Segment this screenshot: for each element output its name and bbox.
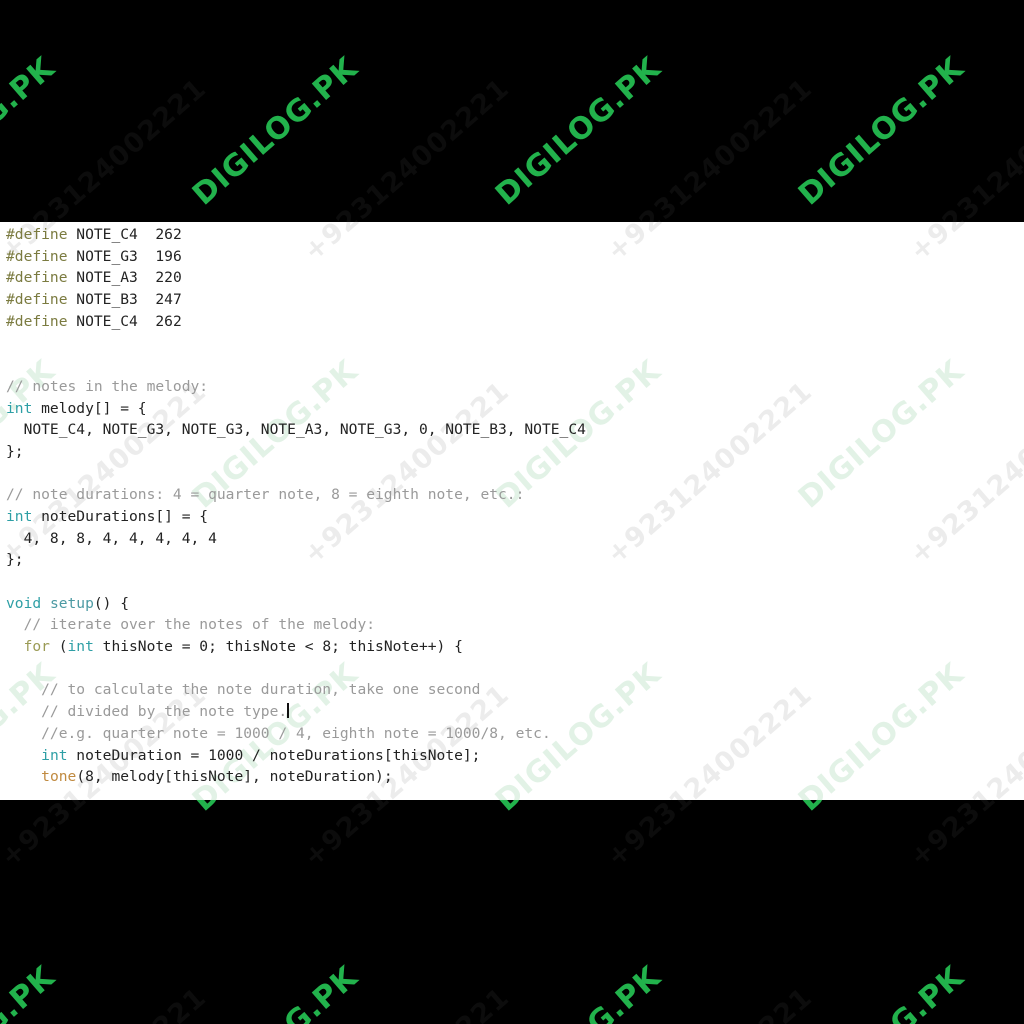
watermark-phone-text: +923124002221 bbox=[298, 982, 515, 1024]
watermark-brand-text: DIGILOG.PK bbox=[186, 50, 365, 213]
code-line[interactable]: int noteDuration = 1000 / noteDurations[… bbox=[0, 745, 1024, 767]
code-token: (8, melody[thisNote], noteDuration); bbox=[76, 768, 393, 786]
code-line[interactable]: }; bbox=[0, 441, 1024, 463]
code-line[interactable]: NOTE_C4, NOTE_G3, NOTE_G3, NOTE_A3, NOTE… bbox=[0, 419, 1024, 441]
code-token: () { bbox=[93, 594, 130, 612]
code-token: for bbox=[23, 638, 50, 656]
code-line[interactable]: #define NOTE_C4 262 bbox=[0, 224, 1024, 246]
code-line[interactable] bbox=[0, 658, 1024, 680]
watermark-phone-text: +923124002221 bbox=[601, 982, 818, 1024]
code-line[interactable]: }; bbox=[0, 549, 1024, 571]
watermark-brand-text: DIGILOG.PK bbox=[792, 50, 971, 213]
code-line[interactable]: int noteDurations[] = { bbox=[0, 506, 1024, 528]
code-token: #define bbox=[6, 247, 68, 265]
watermark-phone-text: +923124002221 bbox=[298, 982, 515, 1024]
watermark-brand-text: DIGILOG.PK bbox=[792, 959, 971, 1024]
code-token: int bbox=[41, 746, 68, 764]
code-line[interactable]: #define NOTE_B3 247 bbox=[0, 289, 1024, 311]
code-line[interactable]: // divided by the note type. bbox=[0, 701, 1024, 723]
code-line[interactable]: // note durations: 4 = quarter note, 8 =… bbox=[0, 484, 1024, 506]
code-line[interactable]: // iterate over the notes of the melody: bbox=[0, 614, 1024, 636]
code-token: //e.g. quarter note = 1000 / 4, eighth n… bbox=[6, 724, 551, 742]
watermark-brand-text: DIGILOG.PK bbox=[489, 959, 668, 1024]
code-token: noteDuration = 1000 / noteDurations[this… bbox=[67, 746, 481, 764]
code-token: NOTE_C4 262 bbox=[67, 226, 182, 243]
code-token: #define bbox=[6, 291, 68, 309]
code-line[interactable]: // notes in the melody: bbox=[0, 376, 1024, 398]
code-token: #define bbox=[6, 312, 68, 330]
code-editor-panel[interactable]: DIGILOG.PK +923124002221 DIGILOG.PK +923124… bbox=[0, 222, 1024, 800]
code-token: // note durations: 4 = quarter note, 8 =… bbox=[6, 486, 525, 504]
watermark-phone-text: +923124002221 bbox=[601, 982, 818, 1024]
code-token: // to calculate the note duration, take … bbox=[6, 681, 481, 699]
watermark-brand-text: DIGILOG.PK bbox=[0, 50, 62, 213]
code-line[interactable]: //e.g. quarter note = 1000 / 4, eighth n… bbox=[0, 723, 1024, 745]
code-token: NOTE_B3 247 bbox=[67, 291, 182, 309]
watermark-phone-text: +923124002221 bbox=[0, 982, 212, 1024]
watermark-brand-text: DIGILOG.PK bbox=[489, 50, 668, 213]
watermark-phone-text: +923124002221 bbox=[0, 982, 212, 1024]
code-line[interactable] bbox=[0, 354, 1024, 376]
watermark-brand-text: DIGILOG.PK bbox=[489, 959, 668, 1024]
watermark-brand-text: DIGILOG.PK bbox=[186, 959, 365, 1024]
watermark-brand-text: DIGILOG.PK bbox=[186, 50, 365, 213]
screenshot-root: DIGILOG.PK +923124002221 DIGILOG.PK +923124… bbox=[0, 0, 1024, 1024]
code-token: int bbox=[6, 399, 33, 417]
code-token: // divided by the note type. bbox=[6, 703, 288, 721]
code-token: thisNote = 0; thisNote < 8; thisNote++) … bbox=[93, 638, 463, 656]
code-line[interactable] bbox=[0, 463, 1024, 485]
code-token: }; bbox=[6, 551, 24, 569]
watermark-phone-text: +923124002221 bbox=[904, 982, 1024, 1024]
text-caret bbox=[287, 703, 289, 719]
code-line[interactable]: // to calculate the note duration, take … bbox=[0, 679, 1024, 701]
code-line[interactable] bbox=[0, 332, 1024, 354]
code-line[interactable]: void setup() { bbox=[0, 593, 1024, 615]
code-token: ( bbox=[49, 638, 68, 656]
watermark-brand-text: DIGILOG.PK bbox=[0, 959, 62, 1024]
code-line[interactable]: #define NOTE_G3 196 bbox=[0, 246, 1024, 268]
code-line[interactable]: #define NOTE_C4 262 bbox=[0, 311, 1024, 333]
code-token: #define bbox=[6, 269, 68, 287]
code-line[interactable]: #define NOTE_A3 220 bbox=[0, 267, 1024, 289]
code-token: int bbox=[6, 507, 33, 525]
code-token: setup bbox=[49, 594, 94, 612]
code-token: #define bbox=[6, 226, 68, 243]
watermark-phone-text: +923124002221 bbox=[904, 982, 1024, 1024]
code-token: melody[] = { bbox=[32, 399, 147, 417]
code-line[interactable]: 4, 8, 8, 4, 4, 4, 4, 4 bbox=[0, 528, 1024, 550]
watermark-brand-text: DIGILOG.PK bbox=[792, 50, 971, 213]
code-token: // iterate over the notes of the melody: bbox=[6, 616, 376, 634]
code-text-area[interactable]: #define NOTE_C4 262 #define NOTE_G3 196 #d… bbox=[0, 222, 1024, 800]
watermark-brand-text: DIGILOG.PK bbox=[489, 50, 668, 213]
code-line[interactable]: for (int thisNote = 0; thisNote < 8; thi… bbox=[0, 636, 1024, 658]
code-token: NOTE_C4 262 bbox=[67, 312, 182, 330]
code-token: noteDurations[] = { bbox=[32, 507, 209, 525]
code-token: tone bbox=[41, 768, 77, 786]
code-token: 4, 8, 8, 4, 4, 4, 4, 4 bbox=[6, 529, 217, 547]
watermark-brand-text: DIGILOG.PK bbox=[0, 50, 62, 213]
watermark-brand-text: DIGILOG.PK bbox=[792, 959, 971, 1024]
code-token: NOTE_A3 220 bbox=[67, 269, 182, 287]
code-token: int bbox=[67, 638, 94, 656]
code-token: }; bbox=[6, 442, 24, 460]
code-line[interactable]: int melody[] = { bbox=[0, 398, 1024, 420]
watermark-brand-text: DIGILOG.PK bbox=[0, 959, 62, 1024]
code-line[interactable] bbox=[0, 571, 1024, 593]
code-token: NOTE_C4, NOTE_G3, NOTE_G3, NOTE_A3, NOTE… bbox=[6, 421, 586, 439]
watermark-brand-text: DIGILOG.PK bbox=[186, 959, 365, 1024]
code-token: NOTE_G3 196 bbox=[67, 247, 182, 265]
code-token: // notes in the melody: bbox=[6, 377, 209, 395]
code-line[interactable]: tone(8, melody[thisNote], noteDuration); bbox=[0, 766, 1024, 788]
code-token: void bbox=[6, 594, 42, 612]
